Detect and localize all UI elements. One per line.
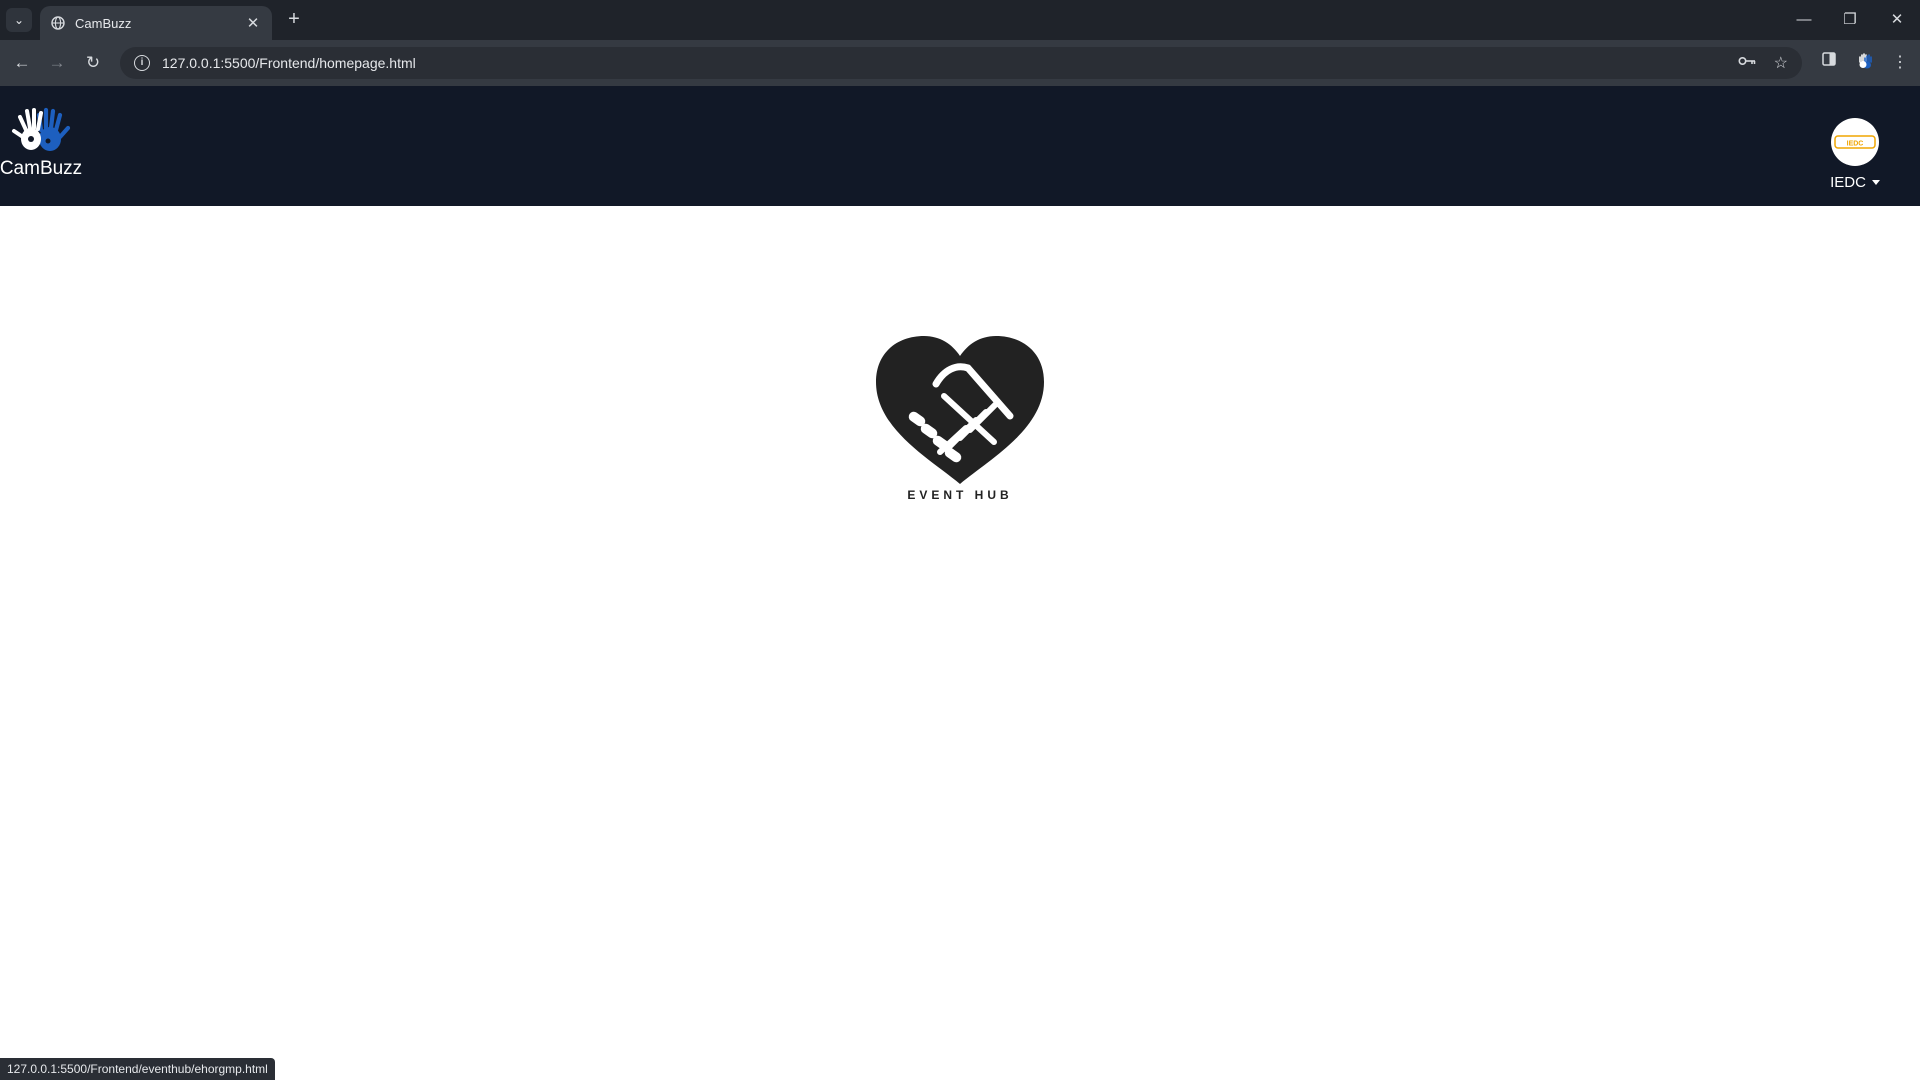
tab-title: CamBuzz [75, 15, 132, 31]
url-text[interactable]: 127.0.0.1:5500/Frontend/homepage.html [162, 55, 1720, 71]
reload-icon[interactable]: ↻ [80, 50, 106, 76]
info-icon[interactable]: i [134, 55, 150, 71]
side-panel-icon[interactable] [1817, 52, 1841, 71]
menu-icon[interactable]: ⋮ [1888, 52, 1912, 72]
window-close-icon[interactable]: ✕ [1882, 6, 1912, 34]
globe-icon [50, 15, 66, 31]
restore-icon[interactable]: ❐ [1835, 6, 1865, 34]
browser-tab[interactable]: CamBuzz ✕ [40, 6, 272, 40]
site-header: CamBuzz IEDC IEDC [0, 86, 1920, 206]
browser-toolbar: ← → ↻ i 127.0.0.1:5500/Frontend/homepage… [0, 40, 1920, 86]
handshake-heart-icon [876, 336, 1044, 484]
avatar[interactable]: IEDC [1831, 118, 1879, 166]
key-icon[interactable] [1738, 54, 1756, 72]
event-hub-logo[interactable]: EVENT HUB [870, 334, 1050, 502]
avatar-text: IEDC [1847, 141, 1864, 148]
logo-caption: EVENT HUB [907, 488, 1013, 502]
brand-name[interactable]: CamBuzz [0, 158, 82, 180]
account-label[interactable]: IEDC [1830, 174, 1880, 191]
extension-icon[interactable] [1853, 52, 1877, 75]
chevron-down-icon [1871, 180, 1880, 185]
account-name: IEDC [1830, 174, 1866, 191]
browser-tabstrip: ⌄ CamBuzz ✕ + — ❐ ✕ [0, 0, 1920, 40]
new-tab-icon[interactable]: + [282, 8, 306, 32]
cambuzz-hands-logo [12, 107, 71, 151]
minimize-icon[interactable]: — [1789, 6, 1819, 34]
close-icon[interactable]: ✕ [244, 14, 262, 32]
star-icon[interactable]: ☆ [1774, 53, 1788, 73]
back-icon[interactable]: ← [9, 50, 35, 76]
forward-icon[interactable]: → [44, 50, 70, 76]
address-bar[interactable]: i 127.0.0.1:5500/Frontend/homepage.html … [120, 47, 1802, 79]
account-menu[interactable]: IEDC IEDC [1820, 118, 1890, 191]
brand[interactable]: CamBuzz [0, 104, 82, 180]
tab-search-icon[interactable]: ⌄ [6, 8, 32, 32]
status-bar-url: 127.0.0.1:5500/Frontend/eventhub/ehorgmp… [0, 1058, 275, 1080]
